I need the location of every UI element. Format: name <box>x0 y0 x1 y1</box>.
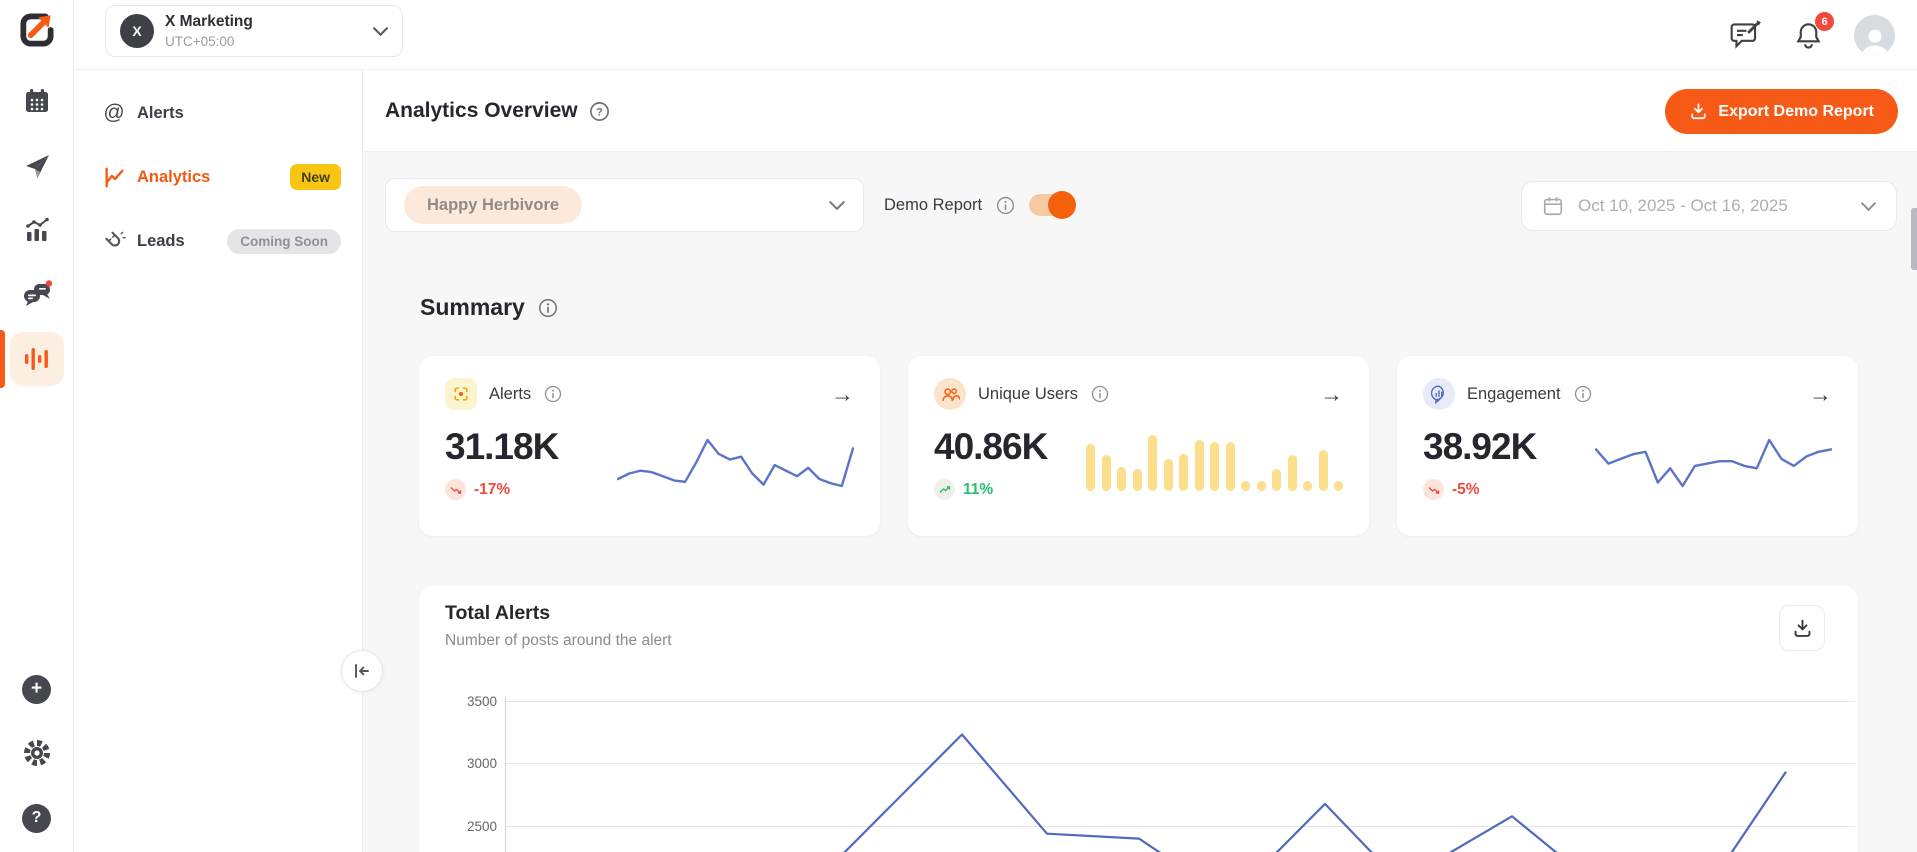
export-demo-report-button[interactable]: Export Demo Report <box>1665 89 1898 134</box>
trend-up-icon <box>934 479 955 500</box>
demo-report-control: Demo Report <box>884 178 1073 232</box>
engagement-icon <box>1423 378 1455 410</box>
new-badge: New <box>290 164 341 190</box>
card-value: 40.86K <box>934 426 1074 468</box>
date-range-text: Oct 10, 2025 - Oct 16, 2025 <box>1578 196 1847 216</box>
demo-report-toggle[interactable] <box>1029 194 1073 216</box>
page-title: Analytics Overview <box>385 99 578 123</box>
card-label: Unique Users <box>978 385 1078 404</box>
unique-users-bar-sparkline <box>1086 435 1343 491</box>
sidebar-item-alerts[interactable]: @ Alerts <box>74 96 363 130</box>
notifications-bell-icon[interactable]: 6 <box>1793 20 1824 50</box>
info-icon[interactable] <box>995 195 1016 216</box>
summary-section-header: Summary <box>420 294 559 321</box>
workspace-timezone: UTC+05:00 <box>165 34 373 49</box>
workspace-avatar: X <box>120 14 154 48</box>
users-icon <box>934 378 966 410</box>
analytics-nav-icon[interactable] <box>22 215 52 245</box>
chevron-down-icon <box>829 201 845 210</box>
active-nav-indicator <box>0 330 5 388</box>
arrow-right-icon[interactable]: → <box>831 383 854 406</box>
page-header: Analytics Overview ? Export Demo Report <box>363 70 1917 152</box>
line-chart-icon <box>100 166 128 189</box>
card-value: 31.18K <box>445 426 605 468</box>
sidebar-item-label: Leads <box>137 232 185 251</box>
settings-gear-icon[interactable] <box>22 738 52 768</box>
chart-download-button[interactable] <box>1779 605 1825 651</box>
card-value: 38.92K <box>1423 426 1583 468</box>
keyword-chip[interactable]: Happy Herbivore <box>404 186 582 224</box>
user-avatar[interactable] <box>1854 15 1895 56</box>
total-alerts-line-chart <box>505 690 1855 852</box>
app-root: + ? X X Marketing UTC+05:00 <box>0 0 1917 852</box>
app-logo-icon[interactable] <box>16 9 58 51</box>
alerts-feed-nav-icon[interactable] <box>10 332 64 386</box>
workspace-name: X Marketing <box>165 13 373 32</box>
coming-soon-badge: Coming Soon <box>227 229 341 254</box>
y-axis-tick: 3500 <box>441 694 497 709</box>
side-menu: @ Alerts Analytics New <box>74 70 363 852</box>
date-range-picker[interactable]: Oct 10, 2025 - Oct 16, 2025 <box>1521 181 1897 231</box>
arrow-right-icon[interactable]: → <box>1809 383 1832 406</box>
collapse-sidebar-button[interactable] <box>341 650 383 692</box>
summary-title: Summary <box>420 294 525 321</box>
workspace-selector[interactable]: X X Marketing UTC+05:00 <box>105 5 403 57</box>
calendar-icon <box>1542 195 1564 217</box>
top-bar: X X Marketing UTC+05:00 <box>74 0 1917 70</box>
y-axis-tick: 3000 <box>441 756 497 771</box>
card-label: Alerts <box>489 385 531 404</box>
engagement-sparkline <box>1595 436 1832 490</box>
calendar-nav-icon[interactable] <box>22 86 52 116</box>
svg-text:?: ? <box>596 106 603 118</box>
icon-rail: + ? <box>0 0 74 852</box>
notification-count-badge: 6 <box>1815 12 1834 31</box>
info-icon[interactable] <box>543 384 563 404</box>
scrollbar-thumb[interactable] <box>1911 208 1917 270</box>
summary-card-unique-users[interactable]: Unique Users → 40.86K 11% <box>908 356 1369 536</box>
chart-subtitle: Number of posts around the alert <box>445 632 672 650</box>
summary-card-alerts[interactable]: Alerts → 31.18K -17% <box>419 356 880 536</box>
summary-card-engagement[interactable]: Engagement → 38.92K -5% <box>1397 356 1858 536</box>
sidebar-item-label: Alerts <box>137 104 184 123</box>
chat-nav-icon[interactable] <box>22 279 52 309</box>
help-button[interactable]: ? <box>22 803 52 833</box>
card-change: -5% <box>1452 481 1480 499</box>
y-axis-tick: 2500 <box>441 819 497 834</box>
info-icon[interactable] <box>537 297 559 319</box>
card-change: 11% <box>963 481 993 499</box>
info-icon[interactable] <box>1090 384 1110 404</box>
alerts-sparkline <box>617 436 854 490</box>
magnet-icon <box>100 230 128 253</box>
trend-down-icon <box>1423 479 1444 500</box>
add-button[interactable]: + <box>22 674 52 704</box>
trend-down-icon <box>445 479 466 500</box>
toggle-knob <box>1048 191 1076 219</box>
sidebar-item-analytics[interactable]: Analytics New <box>74 160 363 194</box>
demo-report-label: Demo Report <box>884 196 982 215</box>
help-icon[interactable]: ? <box>588 100 611 123</box>
chart-title: Total Alerts <box>445 602 550 625</box>
sidebar-item-label: Analytics <box>137 168 210 187</box>
send-nav-icon[interactable] <box>22 151 52 181</box>
chevron-down-icon <box>373 27 388 36</box>
card-change: -17% <box>474 481 510 499</box>
arrow-right-icon[interactable]: → <box>1320 383 1343 406</box>
sidebar-item-leads[interactable]: Leads Coming Soon <box>74 224 363 258</box>
info-icon[interactable] <box>1573 384 1593 404</box>
download-icon <box>1689 102 1708 121</box>
at-icon: @ <box>100 101 128 125</box>
card-label: Engagement <box>1467 385 1561 404</box>
feedback-icon[interactable] <box>1729 18 1763 52</box>
alerts-target-icon <box>445 378 477 410</box>
alert-keyword-select[interactable]: Happy Herbivore <box>385 178 864 232</box>
chevron-down-icon <box>1861 202 1876 211</box>
